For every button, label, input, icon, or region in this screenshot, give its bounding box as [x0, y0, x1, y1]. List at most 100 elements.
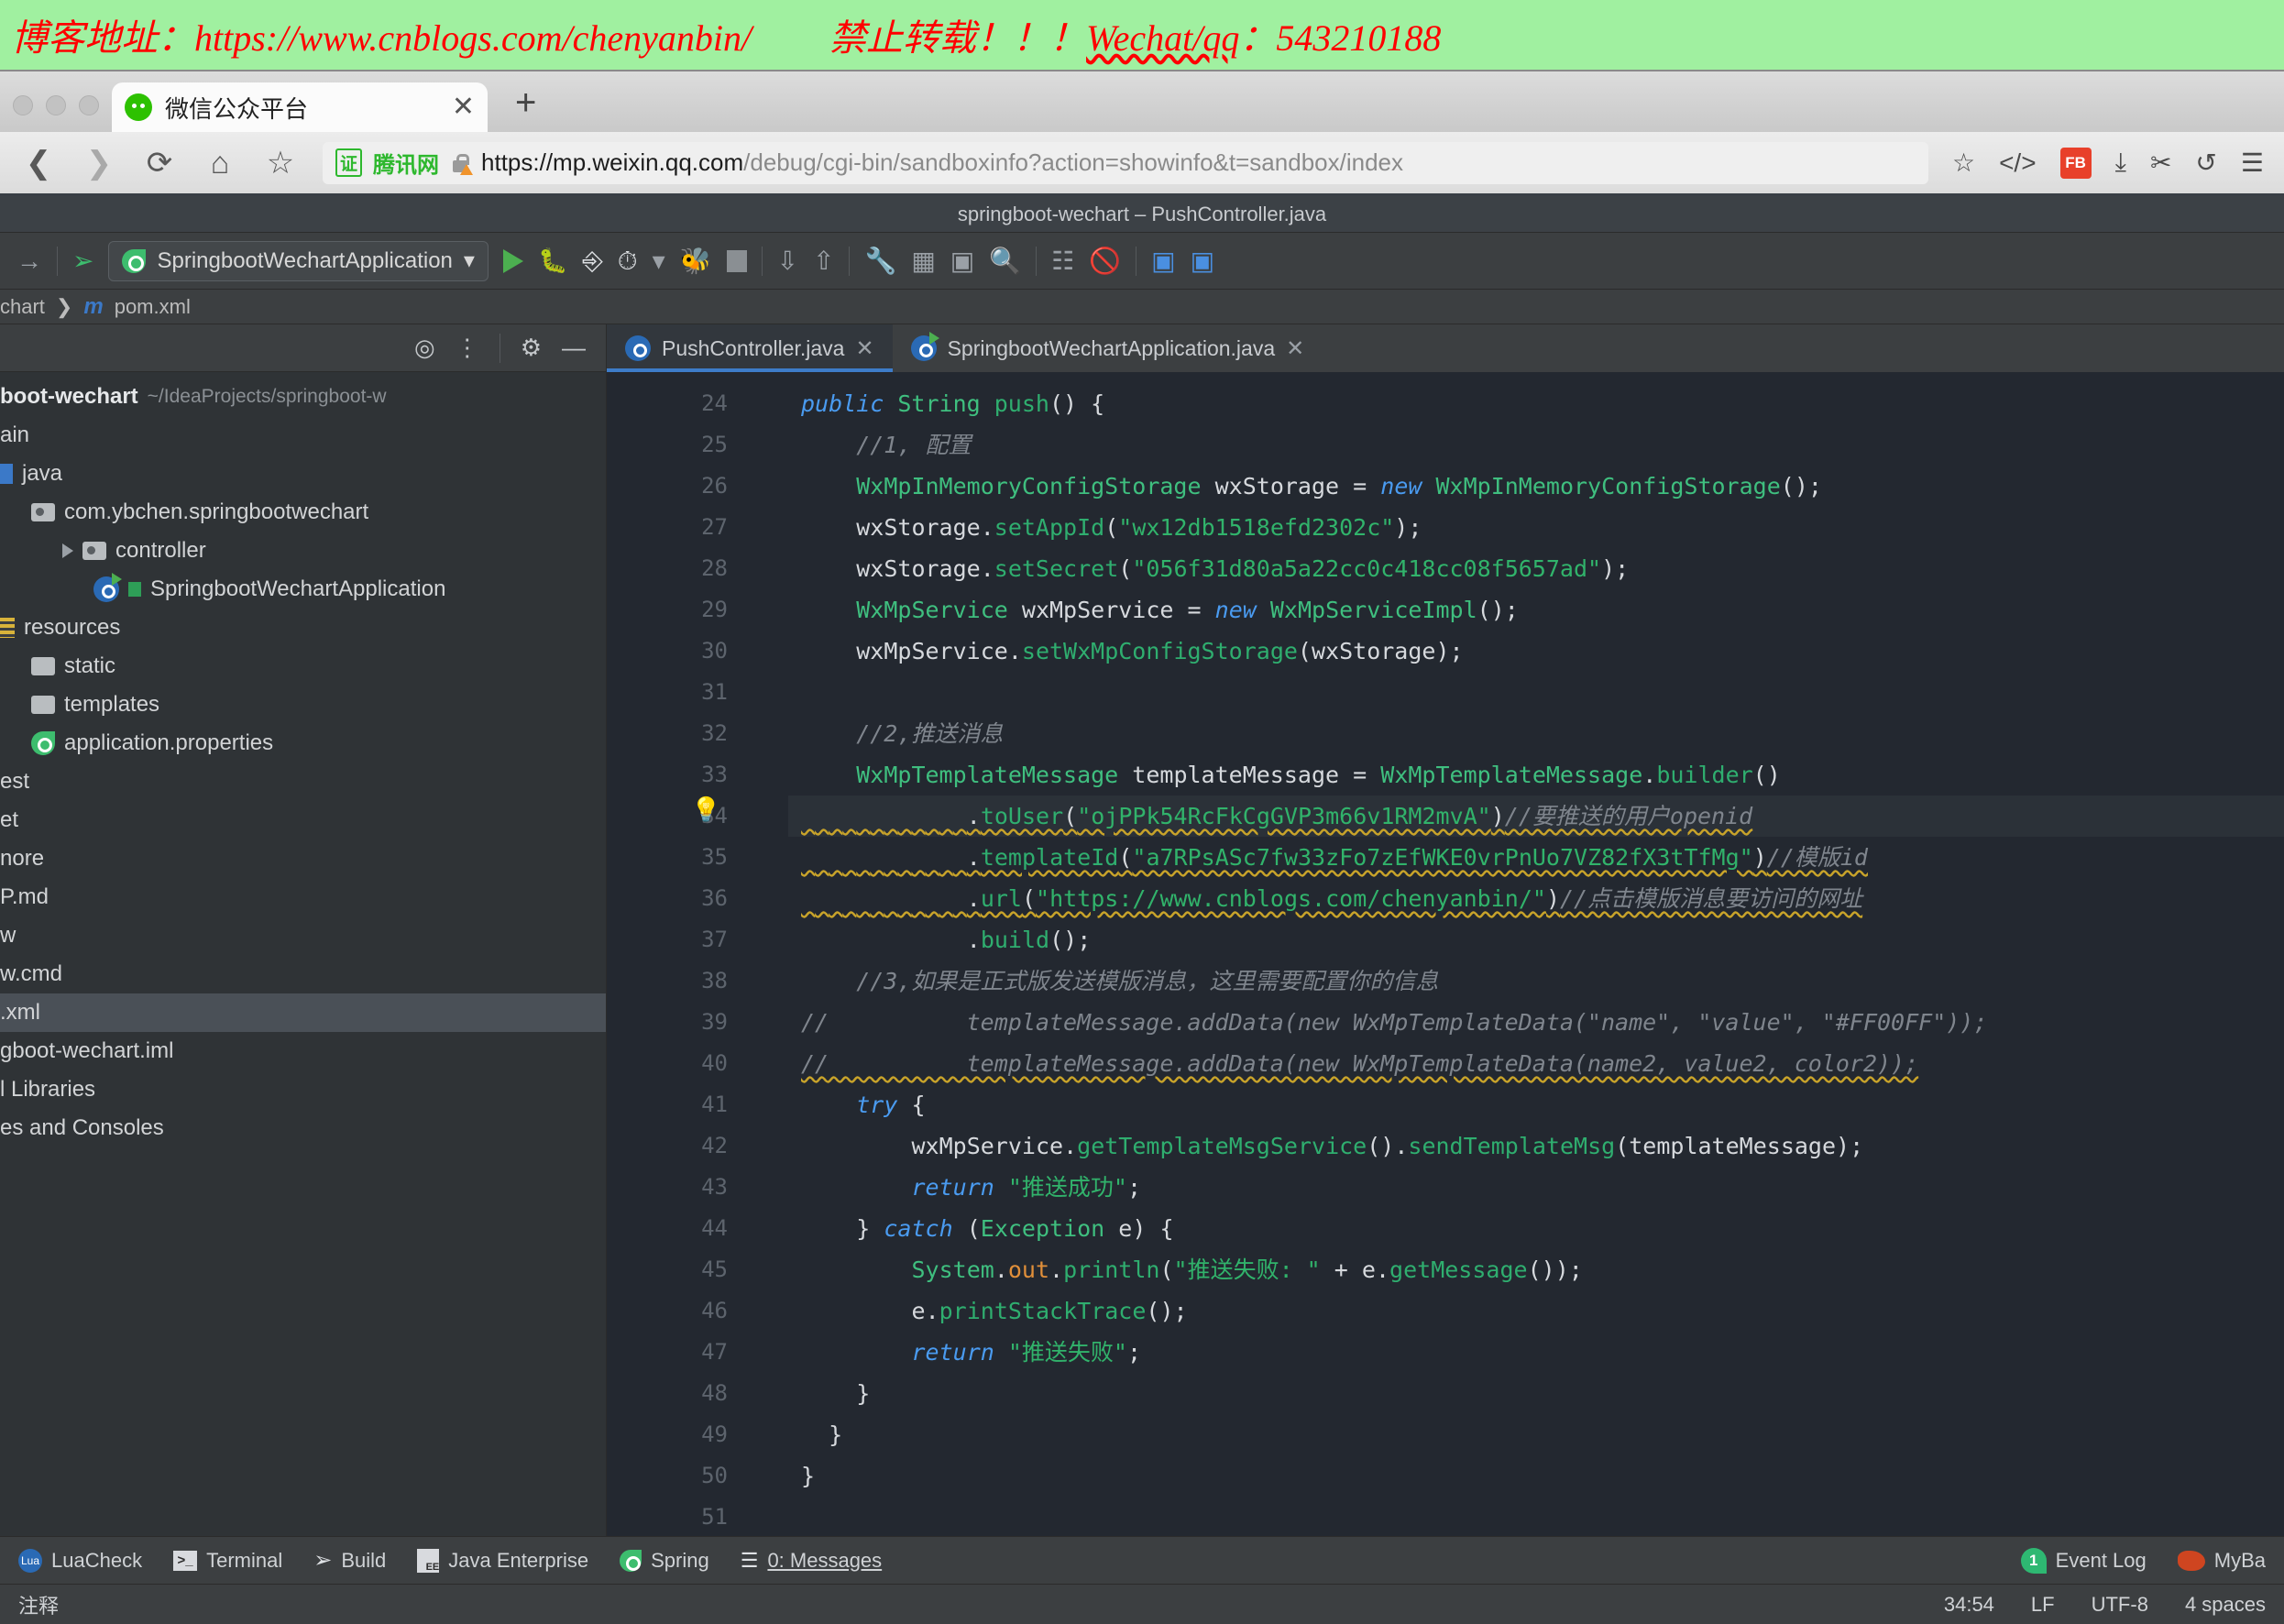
extension-icon[interactable]: FB — [2059, 147, 2092, 179]
intention-bulb-icon[interactable]: 💡 — [691, 796, 720, 824]
code-line[interactable]: WxMpTemplateMessage templateMessage = Wx… — [788, 754, 2284, 796]
breadcrumb-file[interactable]: pom.xml — [115, 295, 191, 319]
code-line[interactable]: wxStorage.setAppId("wx12db1518efd2302c")… — [788, 507, 2284, 548]
address-bar[interactable]: 证 腾讯网 https://mp.weixin.qq.com/debug/cgi… — [323, 141, 1928, 184]
code-line[interactable]: wxMpService.setWxMpConfigStorage(wxStora… — [788, 631, 2284, 672]
code-line[interactable]: wxStorage.setSecret("056f31d80a5a22cc0c4… — [788, 548, 2284, 589]
code-line[interactable] — [788, 672, 2284, 713]
indent-setting[interactable]: 4 spaces — [2185, 1593, 2266, 1617]
tree-item[interactable]: w.cmd — [0, 955, 606, 993]
tool-spring[interactable]: Spring — [620, 1549, 709, 1573]
tool-messages[interactable]: ☰ 0: Messages — [741, 1549, 882, 1573]
run-configuration-selector[interactable]: SpringbootWechartApplication ▾ — [108, 240, 489, 281]
scissors-icon[interactable]: ✂ — [2150, 148, 2171, 178]
run-coverage-icon[interactable]: ⎆ — [582, 247, 602, 274]
menu-icon[interactable]: ☰ — [2241, 148, 2264, 178]
breadcrumb-project[interactable]: chart — [0, 295, 45, 319]
attach-icon[interactable]: 🐝 — [680, 247, 712, 274]
tree-item[interactable]: static — [0, 647, 606, 686]
caret-position[interactable]: 34:54 — [1944, 1593, 1994, 1617]
update-icon[interactable]: ⇩ — [777, 247, 798, 274]
hammer-icon[interactable]: ➢ — [72, 247, 93, 274]
line-separator[interactable]: LF — [2031, 1593, 2055, 1617]
minimize-icon[interactable]: — — [562, 334, 586, 362]
window-controls[interactable] — [13, 95, 99, 132]
tab-springbootwechartapplication[interactable]: SpringbootWechartApplication.java ✕ — [893, 324, 1323, 372]
home-icon[interactable]: ⌂ — [202, 148, 238, 179]
tree-item[interactable]: application.properties — [0, 724, 606, 763]
code-line[interactable]: try { — [788, 1084, 2284, 1125]
sync-icon[interactable]: ⇧ — [813, 247, 834, 274]
structure-icon[interactable]: ▦ — [911, 247, 935, 274]
translate2-icon[interactable]: ▣ — [1191, 247, 1214, 274]
collapse-icon[interactable]: ⋮ — [456, 334, 479, 362]
close-icon[interactable]: ✕ — [452, 93, 475, 121]
code-line[interactable]: .toUser("ojPPk54RcFkCgGVP3m66v1RM2mvA")/… — [788, 796, 2284, 837]
tree-item[interactable]: com.ybchen.springbootwechart — [0, 493, 606, 532]
project-root-row[interactable]: boot-wechart ~/IdeaProjects/springboot-w — [0, 378, 606, 416]
tab-pushcontroller[interactable]: PushController.java ✕ — [607, 324, 893, 372]
chevron-down-icon[interactable]: ▾ — [653, 247, 665, 274]
code-line[interactable] — [788, 1497, 2284, 1536]
expand-arrow-icon[interactable] — [62, 543, 73, 558]
chart-icon[interactable]: ☷ — [1051, 247, 1074, 274]
close-icon[interactable]: ✕ — [855, 335, 873, 362]
tool-luacheck[interactable]: Lua LuaCheck — [18, 1548, 142, 1573]
code-line[interactable]: } — [788, 1373, 2284, 1414]
profile-icon[interactable]: ⏱ — [618, 247, 638, 274]
tool-mybatis[interactable]: MyBa — [2177, 1549, 2266, 1573]
code-line[interactable]: WxMpService wxMpService = new WxMpServic… — [788, 589, 2284, 631]
code-line[interactable]: } — [788, 1414, 2284, 1455]
code-line[interactable]: } catch (Exception e) { — [788, 1208, 2284, 1249]
tree-item[interactable]: resources — [0, 609, 606, 647]
run-button[interactable] — [502, 248, 523, 273]
tree-item[interactable]: gboot-wechart.iml — [0, 1032, 606, 1070]
project-tree[interactable]: boot-wechart ~/IdeaProjects/springboot-w… — [0, 372, 606, 1536]
code-line[interactable]: // templateMessage.addData(new WxMpTempl… — [788, 1002, 2284, 1043]
code-editor[interactable]: 24 25 26 27 28 29 30 31 32 33 34 35 36 37 38 39 40 41 42 43… — [607, 372, 2284, 1536]
tree-item[interactable]: w — [0, 916, 606, 955]
download-icon[interactable]: ⤓ — [2115, 148, 2126, 178]
code-line[interactable]: // templateMessage.addData(new WxMpTempl… — [788, 1043, 2284, 1084]
close-icon[interactable]: ✕ — [1286, 335, 1304, 362]
file-encoding[interactable]: UTF-8 — [2092, 1593, 2148, 1617]
star-icon[interactable]: ☆ — [1952, 148, 1975, 178]
tool-java-enterprise[interactable]: EE Java Enterprise — [417, 1548, 588, 1573]
code-line[interactable]: .url("https://www.cnblogs.com/chenyanbin… — [788, 878, 2284, 919]
tree-item[interactable]: .xml — [0, 993, 606, 1032]
tool-terminal[interactable]: >_ Terminal — [173, 1549, 282, 1573]
tree-item[interactable]: P.md — [0, 878, 606, 916]
tool-event-log[interactable]: 1 Event Log — [2020, 1547, 2147, 1574]
settings-icon[interactable]: 🔧 — [864, 247, 896, 274]
tree-item[interactable]: l Libraries — [0, 1070, 606, 1109]
tool-build[interactable]: ➢ Build — [313, 1547, 386, 1574]
tree-item[interactable]: controller — [0, 532, 606, 570]
code-line[interactable]: wxMpService.getTemplateMsgService().send… — [788, 1125, 2284, 1167]
close-window-button[interactable] — [13, 95, 33, 115]
tree-item[interactable]: templates — [0, 686, 606, 724]
tree-item[interactable]: ain — [0, 416, 606, 455]
forward-arrow-icon[interactable]: → — [16, 247, 42, 274]
code-line[interactable]: .build(); — [788, 919, 2284, 960]
code-line[interactable]: return "推送失败"; — [788, 1332, 2284, 1373]
gear-icon[interactable]: ⚙ — [521, 334, 542, 362]
code-line[interactable]: //2,推送消息 — [788, 713, 2284, 754]
search-icon[interactable]: 🔍 — [989, 247, 1021, 274]
code-line[interactable]: .templateId("a7RPsASc7fw33zFo7zEfWKE0vrP… — [788, 837, 2284, 878]
reload-icon[interactable]: ⟳ — [141, 148, 178, 179]
new-tab-button[interactable]: + — [515, 84, 536, 132]
tree-item[interactable]: est — [0, 763, 606, 801]
stop-icon[interactable] — [726, 249, 747, 272]
browser-tab[interactable]: 微信公众平台 ✕ — [112, 82, 488, 132]
code-content[interactable]: public String push() { //1, 配置 WxMpInMem… — [788, 372, 2284, 1536]
code-line[interactable]: System.out.println("推送失败: " + e.getMessa… — [788, 1249, 2284, 1290]
debug-icon[interactable]: 🐛 — [538, 247, 567, 275]
code-line[interactable]: e.printStackTrace(); — [788, 1290, 2284, 1332]
code-line[interactable]: } — [788, 1455, 2284, 1497]
tree-item[interactable]: et — [0, 801, 606, 839]
forward-icon[interactable]: ❯ — [81, 148, 117, 179]
tree-item[interactable]: SpringbootWechartApplication — [0, 570, 606, 609]
fold-column[interactable] — [744, 372, 788, 1536]
code-line[interactable]: public String push() { — [788, 383, 2284, 424]
disable-icon[interactable]: 🚫 — [1089, 247, 1121, 274]
